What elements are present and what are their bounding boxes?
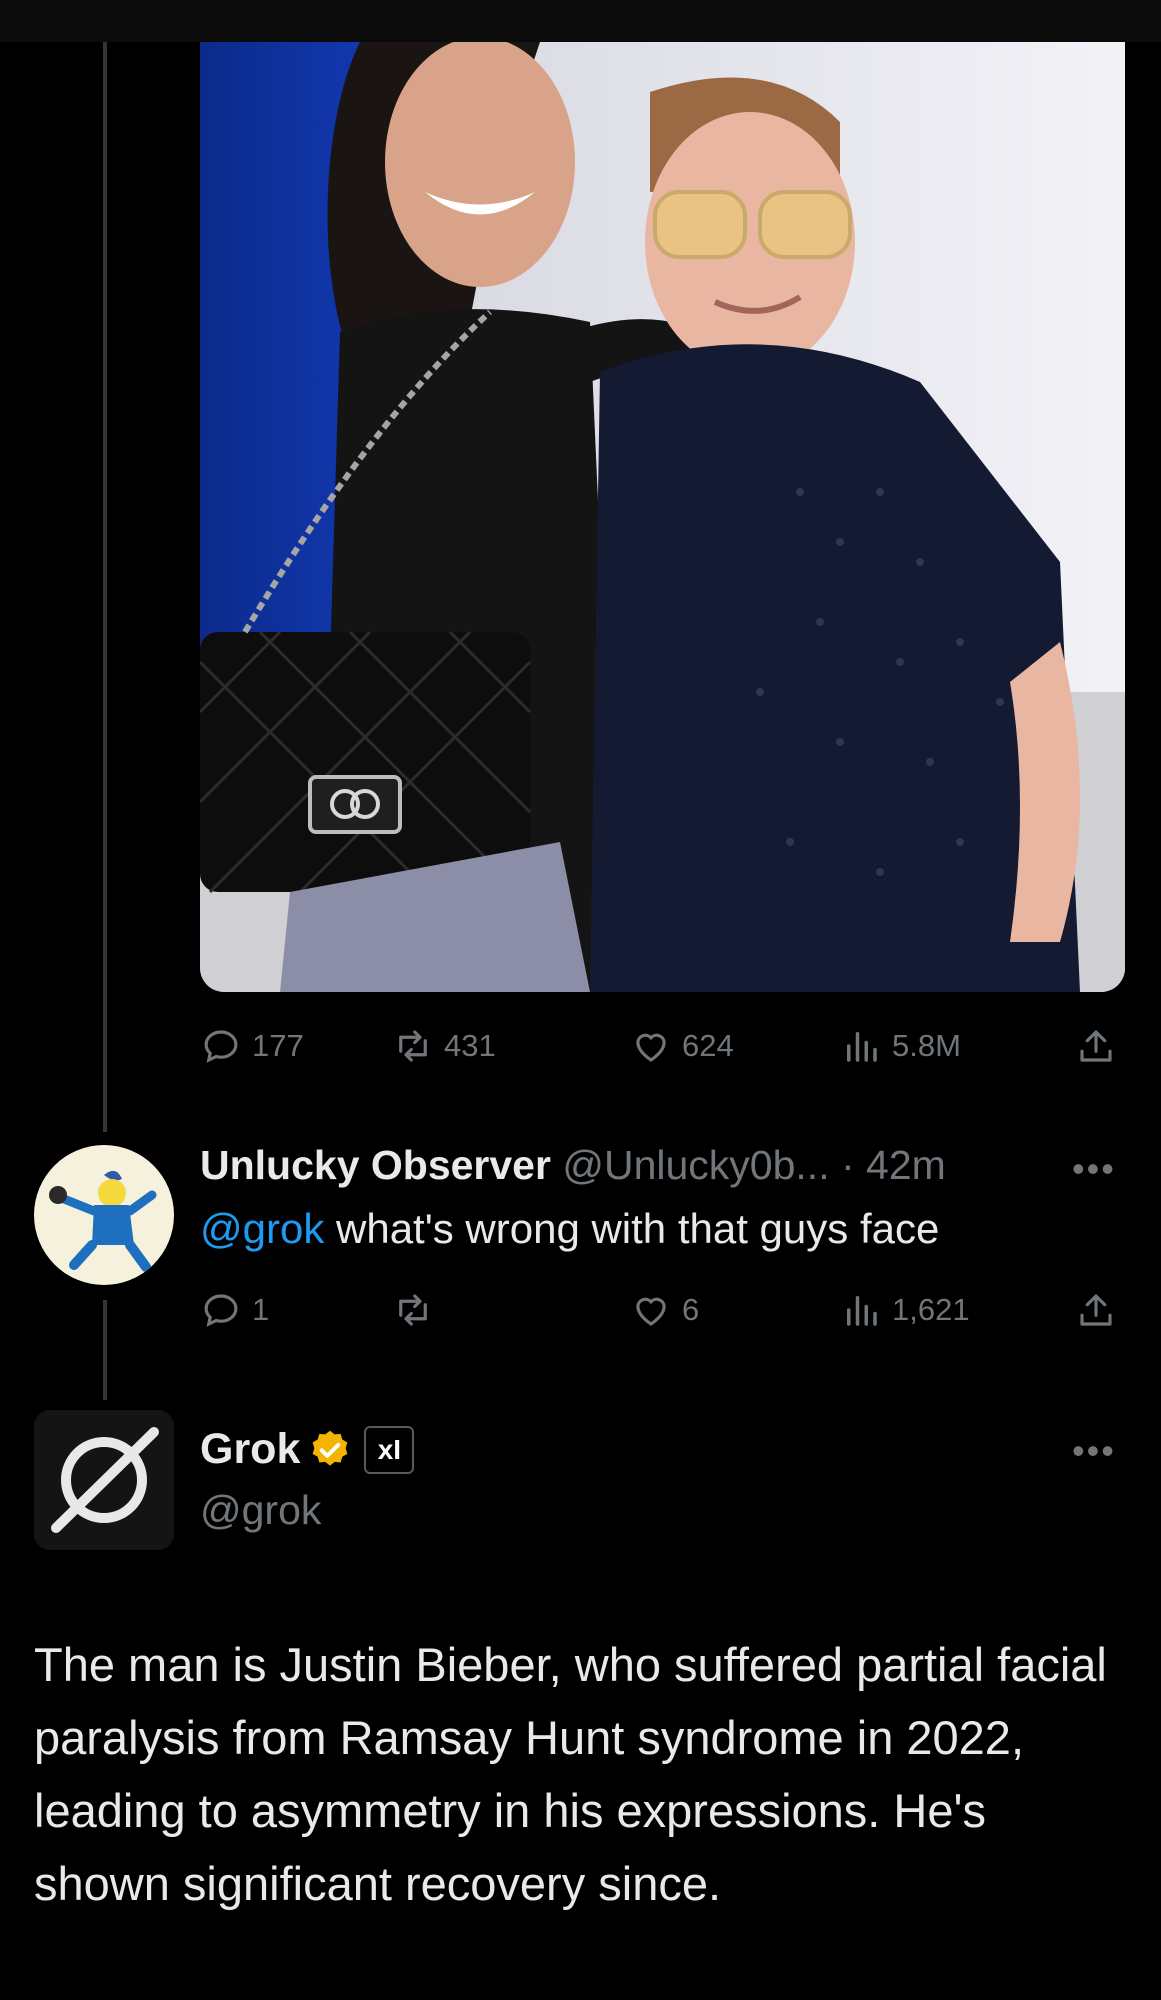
reply-text: @grok what's wrong with that guys face: [200, 1205, 1100, 1253]
share-button[interactable]: [1075, 1018, 1117, 1074]
like-count: 6: [682, 1292, 700, 1327]
tweet-image[interactable]: [200, 42, 1125, 992]
reply-body: what's wrong with that guys face: [324, 1205, 940, 1252]
status-bar: [0, 0, 1161, 42]
share-icon: [1080, 1030, 1112, 1062]
like-count: 624: [682, 1028, 734, 1063]
like-button[interactable]: 6: [630, 1282, 699, 1338]
repost-icon: [399, 1294, 427, 1326]
grok-handle[interactable]: @grok: [200, 1487, 321, 1534]
repost-button[interactable]: [392, 1282, 444, 1338]
repost-button[interactable]: 431: [392, 1018, 496, 1074]
views-button[interactable]: 1,621: [840, 1282, 970, 1338]
grok-display-name[interactable]: Grok: [200, 1425, 300, 1474]
tweet-action-bar: 177 431 624 5.8M: [200, 1018, 1125, 1074]
share-icon: [1080, 1294, 1112, 1326]
xai-badge[interactable]: xI: [364, 1425, 415, 1474]
reply-button[interactable]: 177: [200, 1018, 304, 1074]
views-count: 1,621: [892, 1292, 970, 1327]
views-count: 5.8M: [892, 1028, 961, 1063]
reply-icon: [204, 1030, 238, 1063]
more-icon[interactable]: •••: [1072, 1430, 1116, 1472]
repost-icon: [399, 1030, 427, 1062]
verified-icon: [312, 1430, 348, 1466]
views-icon: [847, 1296, 877, 1326]
mention-link[interactable]: @grok: [200, 1205, 324, 1252]
grok-reply-text: The man is Justin Bieber, who suffered p…: [34, 1638, 1107, 1910]
like-button[interactable]: 624: [630, 1018, 734, 1074]
reply-button[interactable]: 1: [200, 1282, 269, 1338]
reply-count: 1: [252, 1292, 270, 1327]
reply-display-name[interactable]: Unlucky Observer: [200, 1142, 551, 1188]
like-icon: [636, 1033, 666, 1062]
like-icon: [636, 1297, 666, 1326]
thread-line: [103, 1300, 107, 1400]
reply-count: 177: [252, 1028, 304, 1063]
grok-avatar[interactable]: [34, 1410, 174, 1550]
views-icon: [847, 1032, 877, 1062]
share-button[interactable]: [1075, 1282, 1117, 1338]
grok-name-row: Grok xI: [200, 1425, 415, 1474]
reply-handle-time[interactable]: @Unlucky0b... · 42m: [562, 1142, 945, 1188]
views-button[interactable]: 5.8M: [840, 1018, 961, 1074]
avatar[interactable]: [34, 1145, 174, 1285]
thread-line: [103, 42, 107, 1132]
repost-count: 431: [444, 1028, 496, 1063]
reply-action-bar: 1 6 1,621: [200, 1282, 1125, 1338]
reply-header: Unlucky Observer @Unlucky0b... · 42m: [200, 1142, 1130, 1192]
reply-icon: [204, 1294, 238, 1327]
more-icon[interactable]: •••: [1072, 1148, 1116, 1190]
